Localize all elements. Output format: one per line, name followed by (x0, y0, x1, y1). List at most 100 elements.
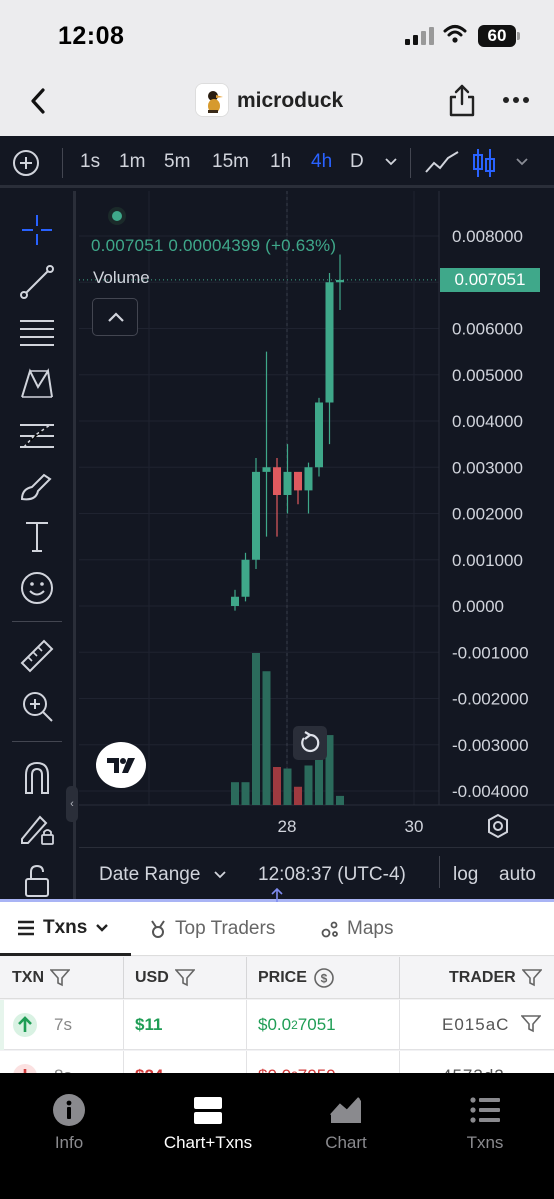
interval-5m[interactable]: 5m (164, 151, 190, 173)
col-txn[interactable]: TXN (12, 957, 70, 999)
y-tick-label: -0.002000 (452, 690, 529, 709)
unlock-icon[interactable] (18, 861, 56, 899)
currency-toggle-icon[interactable]: $ (313, 967, 335, 989)
zoom-in-icon[interactable] (18, 687, 56, 725)
col-price[interactable]: PRICE $ (258, 957, 335, 999)
candle-body (304, 467, 313, 491)
magnet-icon[interactable] (18, 759, 56, 797)
ruler-icon[interactable] (18, 637, 56, 675)
chart-style-chevron-down-icon[interactable] (515, 155, 529, 169)
filter-icon[interactable] (174, 969, 195, 987)
volume-bar (294, 786, 302, 805)
price-digits: 7051 (297, 1015, 336, 1034)
date-range-button[interactable]: Date Range (99, 864, 200, 886)
back-button[interactable] (24, 86, 54, 116)
crosshair-icon[interactable] (18, 211, 56, 249)
y-tick-label: 0.002000 (452, 505, 523, 524)
candle-body (315, 402, 323, 468)
more-options-icon[interactable] (502, 90, 530, 110)
battery-indicator: 60 (478, 25, 516, 47)
y-tick-label: 0.003000 (452, 458, 523, 477)
prediction-icon[interactable] (18, 417, 56, 455)
price-zero-count: 2 (291, 1018, 298, 1032)
volume-legend: Volume (93, 268, 150, 287)
tab-top-traders[interactable]: Top Traders (148, 902, 275, 956)
nav-txns-label: Txns (466, 1133, 504, 1152)
table-row[interactable]: 7s $11 $0.0 2 7051 E015aC (0, 1000, 554, 1050)
interval-4h[interactable]: 4h (311, 151, 332, 173)
tradingview-icon (107, 758, 135, 773)
tradingview-logo[interactable] (96, 742, 146, 788)
chart-settings-icon[interactable] (485, 813, 511, 839)
cellular-signal-icon (405, 27, 434, 45)
col-usd[interactable]: USD (135, 957, 195, 999)
interval-1s[interactable]: 1s (80, 151, 100, 173)
candle-body (262, 467, 271, 472)
filter-icon[interactable] (521, 1015, 541, 1033)
candle-body (294, 471, 302, 491)
interval-1m[interactable]: 1m (119, 151, 145, 173)
svg-text:$: $ (321, 972, 328, 986)
chevron-up-icon (108, 312, 124, 322)
volume-bar (231, 782, 239, 805)
chart-clock[interactable]: 12:08:37 (UTC-4) (258, 864, 406, 886)
collapse-toolbar-handle[interactable]: ‹ (66, 786, 78, 822)
candle-body (273, 467, 281, 495)
fib-retracement-icon[interactable] (18, 313, 56, 351)
nav-txns[interactable]: Txns (425, 1093, 545, 1153)
col-divider (123, 957, 124, 999)
col-trader[interactable]: TRADER (449, 957, 542, 999)
collapse-legend-button[interactable] (92, 298, 138, 336)
last-price-tag: 0.007051 (440, 268, 540, 292)
trend-line-icon[interactable] (18, 263, 56, 301)
interval-15m[interactable]: 15m (212, 151, 249, 173)
drawing-toolbar (0, 191, 76, 900)
tab-maps-label: Maps (347, 918, 394, 939)
add-indicator-icon[interactable] (12, 149, 40, 177)
emoji-icon[interactable] (18, 569, 56, 607)
chevron-down-icon (96, 923, 109, 932)
auto-scale-toggle[interactable]: auto (499, 864, 536, 886)
x-tick-label: 30 (405, 817, 424, 836)
tab-txns[interactable]: Txns (0, 902, 131, 956)
volume-bar (273, 767, 281, 805)
log-scale-toggle[interactable]: log (453, 864, 478, 886)
y-tick-label: 0.005000 (452, 366, 523, 385)
candle-body (231, 596, 239, 606)
bubble-map-icon (321, 921, 338, 938)
date-range-chevron-down-icon[interactable] (213, 868, 227, 882)
y-tick-label: 0.008000 (452, 227, 523, 246)
col-divider (399, 957, 400, 999)
txn-age: 7s (54, 1015, 72, 1034)
filter-icon[interactable] (521, 969, 542, 987)
y-tick-label: 0.004000 (452, 412, 523, 431)
line-chart-style-icon[interactable] (424, 150, 460, 176)
toolbar-divider (410, 148, 411, 178)
candlestick-style-icon[interactable] (472, 147, 496, 179)
tab-maps[interactable]: Maps (320, 902, 393, 956)
nav-chart-txns[interactable]: Chart+Txns (148, 1093, 268, 1153)
col-trader-label: TRADER (449, 969, 516, 986)
interval-1h[interactable]: 1h (270, 151, 291, 173)
toolbar-divider (12, 741, 62, 742)
toolbar-divider (12, 621, 62, 622)
share-icon[interactable] (447, 83, 477, 117)
interval-chevron-down-icon[interactable] (384, 155, 398, 169)
candle-body (325, 282, 334, 403)
wifi-icon (443, 25, 467, 43)
y-tick-label: -0.003000 (452, 736, 529, 755)
nav-chart[interactable]: Chart (286, 1093, 406, 1153)
volume-bar (304, 765, 313, 805)
nav-info[interactable]: Info (9, 1093, 129, 1153)
pattern-icon[interactable] (18, 365, 56, 403)
tab-top-traders-label: Top Traders (175, 918, 276, 939)
candle-body (283, 471, 292, 495)
reset-chart-button[interactable] (293, 726, 327, 760)
chart-icon (330, 1097, 361, 1123)
brush-icon[interactable] (18, 467, 56, 505)
text-tool-icon[interactable] (18, 517, 56, 555)
lock-drawings-icon[interactable] (18, 809, 56, 847)
interval-d[interactable]: D (350, 151, 364, 173)
txn-trader[interactable]: E015aC (442, 1000, 509, 1050)
filter-icon[interactable] (50, 969, 70, 987)
